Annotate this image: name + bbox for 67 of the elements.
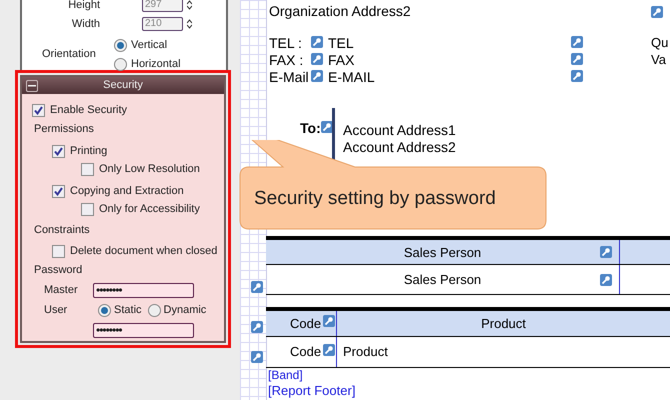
field-label: Qu [651, 35, 668, 51]
checkbox-label: Copying and Extraction [70, 184, 184, 199]
field-value: FAX [328, 52, 354, 68]
field-label: E-Mail [269, 69, 309, 85]
checkbox-label: Printing [70, 144, 108, 159]
address-text: Account Address2 [343, 139, 456, 155]
checkbox-label: Delete document when closed [70, 244, 218, 259]
checkbox-label: Enable Security [50, 102, 128, 118]
password-field[interactable]: •••••••• [93, 322, 194, 338]
radio-button[interactable] [114, 38, 127, 52]
field-label: TEL : [269, 35, 302, 51]
checkbox[interactable] [81, 162, 94, 176]
checkbox[interactable] [52, 184, 65, 198]
key-icon [251, 351, 263, 363]
radio-button[interactable] [114, 58, 127, 71]
radio-label: Horizontal [131, 57, 181, 72]
key-icon [571, 36, 583, 48]
key-icon [251, 281, 263, 293]
section-label: Constraints [33, 223, 90, 238]
key-icon [571, 53, 583, 65]
band-label: [Report Footer] [268, 384, 356, 398]
panel-title: Security [102, 78, 144, 94]
checkbox-label: Only Low Resolution [99, 162, 200, 177]
field-value: TEL [328, 35, 354, 51]
key-icon [311, 36, 323, 48]
band-label: [Band] [268, 368, 303, 382]
radio-label: Dynamic [164, 302, 206, 318]
divider-bar [332, 108, 335, 162]
checkbox[interactable] [52, 144, 65, 158]
column-header: Product [480, 315, 527, 333]
key-icon [311, 70, 323, 82]
address-text: Account Address1 [343, 122, 456, 138]
key-icon [323, 344, 335, 356]
password-field[interactable]: •••••••• [93, 282, 194, 298]
section-label: Password [33, 263, 82, 278]
field-label: Height [67, 0, 101, 13]
checkbox[interactable] [52, 244, 65, 258]
field-label: Orientation [42, 47, 96, 62]
checkbox[interactable] [32, 104, 45, 116]
key-icon [600, 274, 612, 286]
field-label: To: [300, 120, 321, 136]
radio-label: Vertical [131, 38, 168, 53]
key-icon [651, 6, 663, 18]
radio-button[interactable] [98, 304, 111, 316]
key-icon [311, 53, 323, 65]
key-icon [600, 246, 612, 258]
address-text: Organization Address2 [269, 3, 411, 19]
section-label: Permissions [33, 122, 94, 137]
checkbox-label: Only for Accessibility [99, 202, 200, 217]
spinner-icon[interactable] [187, 0, 192, 10]
field-value: E-MAIL [328, 69, 375, 85]
table-cell-text: Product [342, 343, 389, 361]
spinner-icon[interactable] [187, 19, 192, 30]
field-label: Va [651, 52, 666, 68]
field-label: Width [70, 17, 101, 32]
radio-label: Static [114, 302, 142, 318]
key-icon [323, 315, 335, 327]
field-label: Master [44, 282, 79, 298]
radio-button[interactable] [148, 304, 161, 316]
key-icon [321, 121, 333, 133]
key-icon [251, 321, 263, 333]
field-label: FAX : [269, 52, 304, 68]
checkbox[interactable] [81, 202, 94, 216]
callout-text: Security setting by password [254, 187, 496, 211]
key-icon [571, 70, 583, 82]
collapse-icon[interactable] [26, 80, 38, 92]
field-label: User [44, 302, 68, 318]
